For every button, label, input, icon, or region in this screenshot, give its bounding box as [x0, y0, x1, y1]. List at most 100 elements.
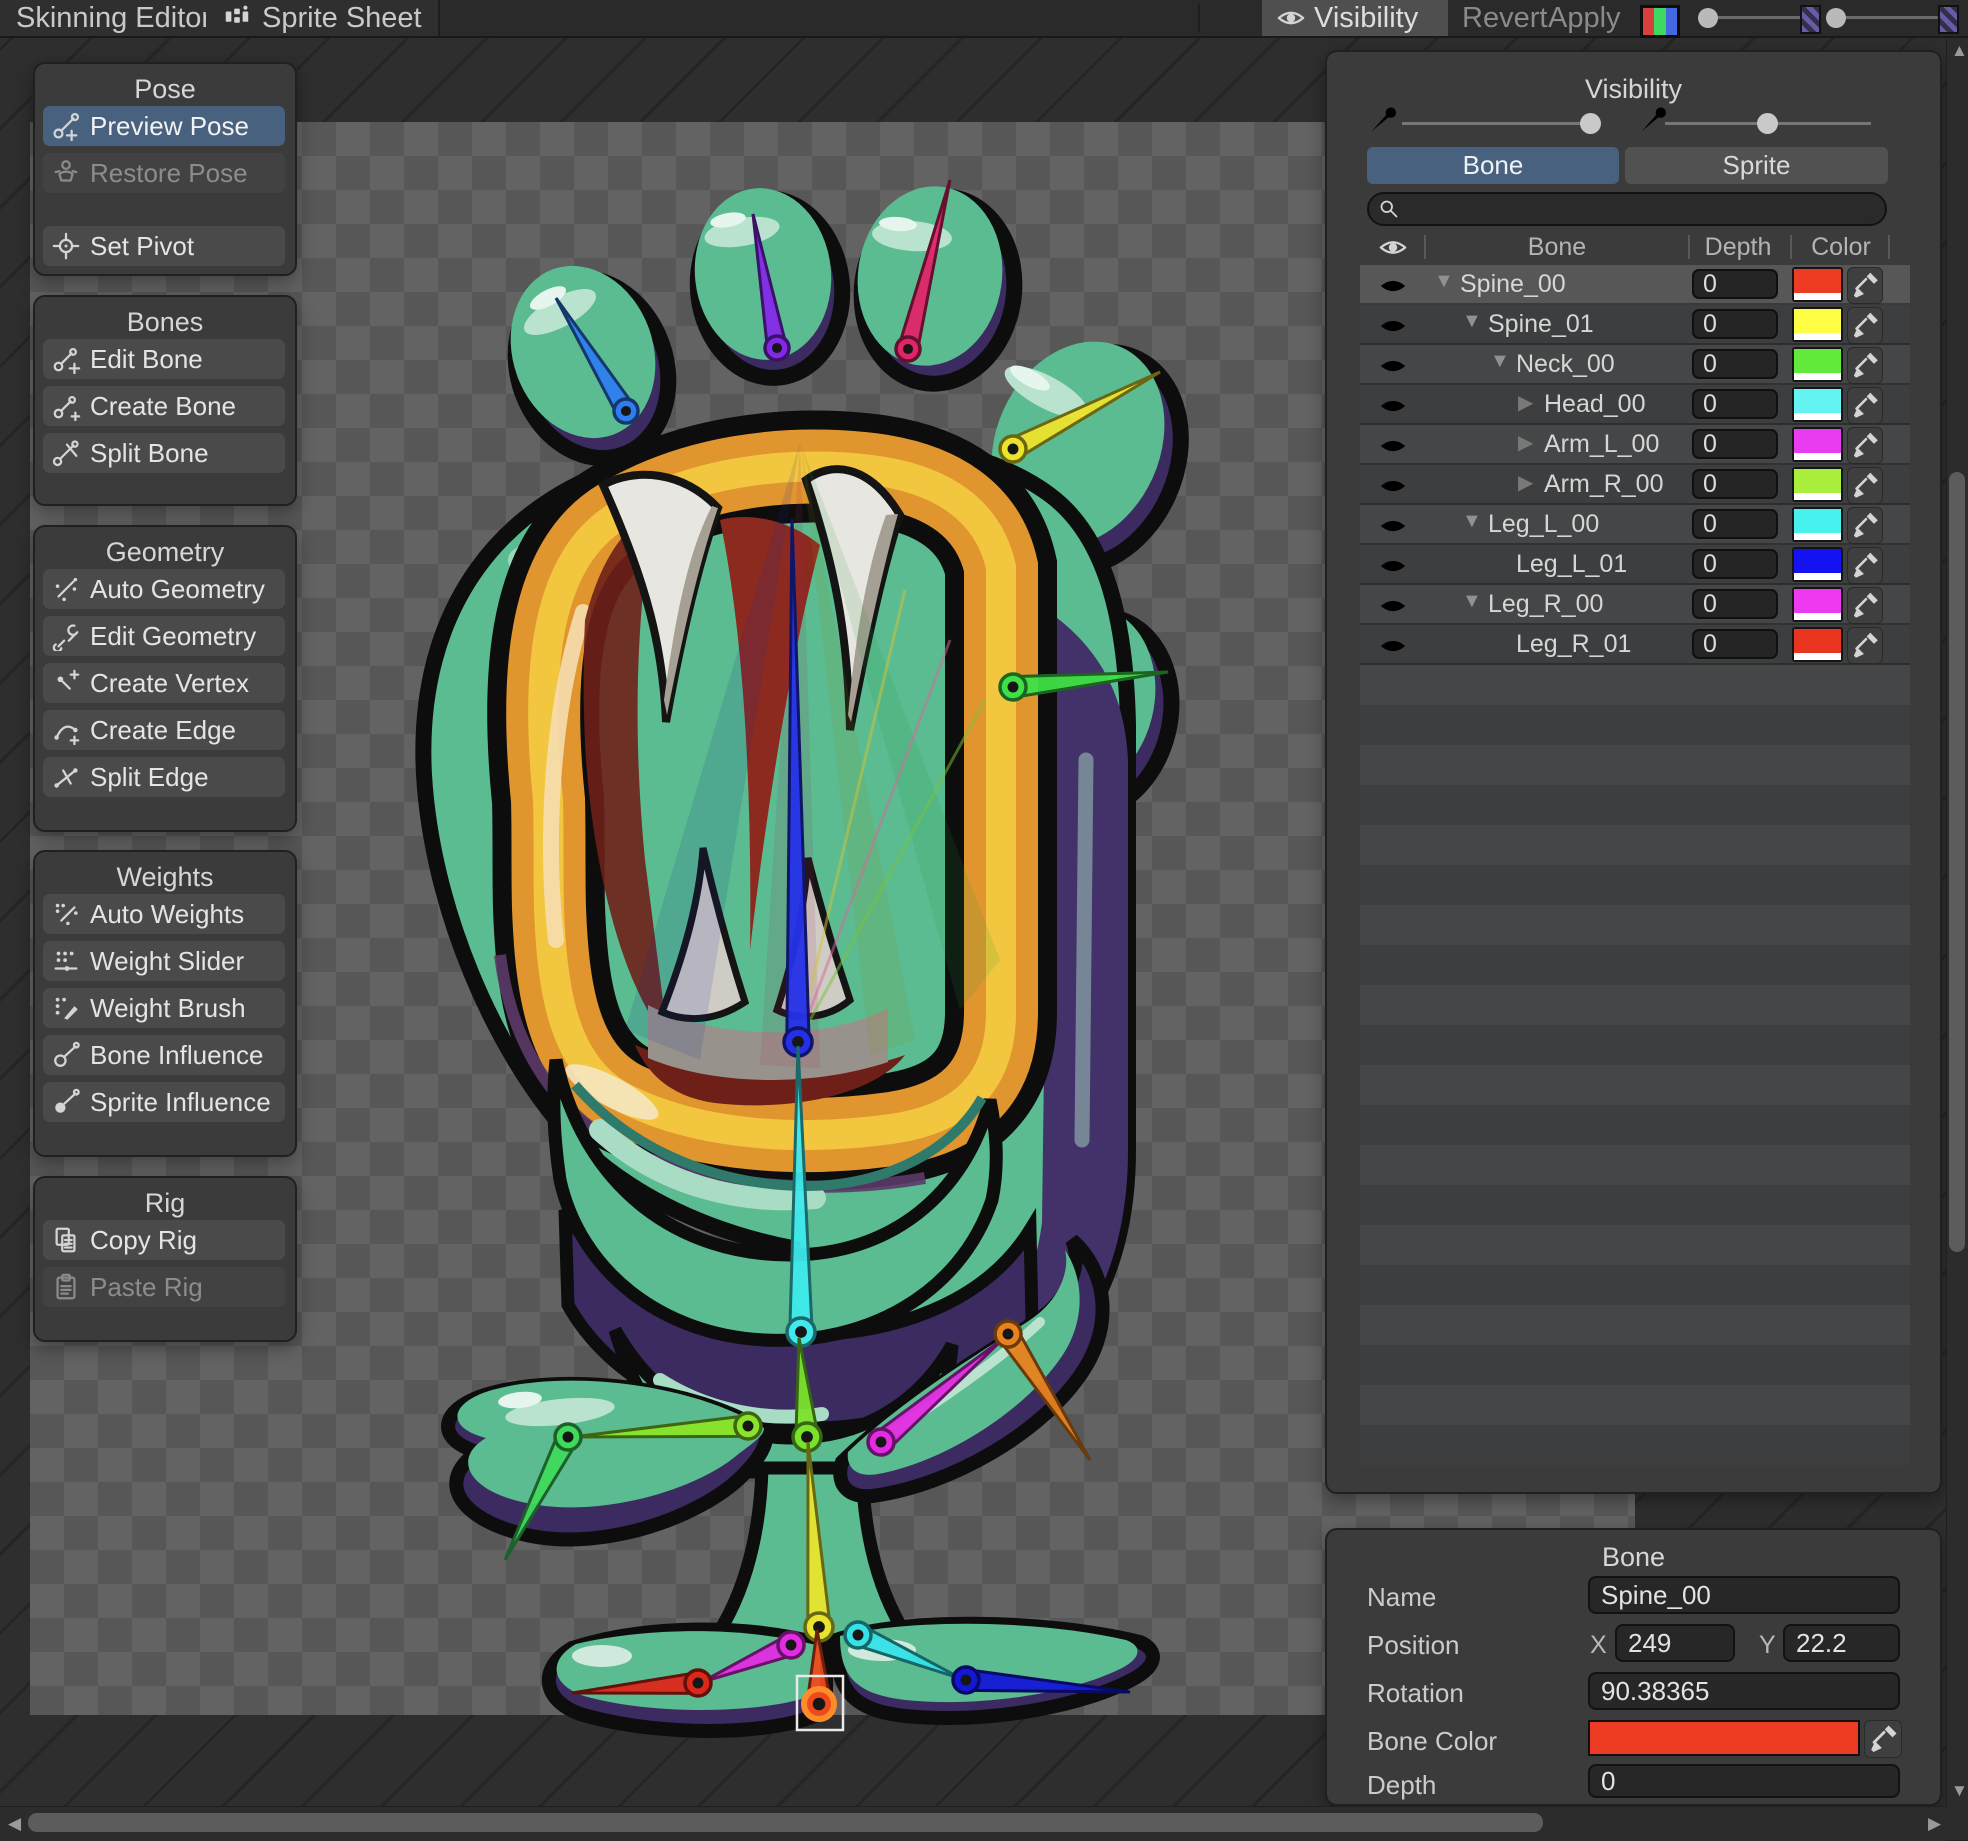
bone-color-swatch[interactable] — [1792, 347, 1843, 382]
bone-row-leg_l_01[interactable]: Leg_L_010 — [1360, 545, 1910, 585]
scroll-left-arrow[interactable]: ◀ — [8, 1815, 21, 1832]
depth-input[interactable]: 0 — [1692, 429, 1778, 459]
bone-influence-button[interactable]: Bone Influence — [43, 1035, 285, 1075]
visibility-eye-toggle[interactable] — [1378, 311, 1408, 339]
weight-slider-button[interactable]: Weight Slider — [43, 941, 285, 981]
bone-color-swatch[interactable] — [1792, 427, 1843, 462]
mesh-opacity-slider-knob[interactable] — [1757, 113, 1778, 134]
visibility-eye-toggle[interactable] — [1378, 511, 1408, 539]
eyedropper-button[interactable] — [1847, 347, 1883, 384]
visibility-eye-toggle[interactable] — [1378, 591, 1408, 619]
split-bone-button[interactable]: Split Bone — [43, 433, 285, 473]
position-y-field[interactable]: 22.2 — [1783, 1624, 1900, 1662]
create-vertex-button[interactable]: Create Vertex — [43, 663, 285, 703]
preview-pose-button[interactable]: Preview Pose — [43, 106, 285, 146]
depth-input[interactable]: 0 — [1692, 309, 1778, 339]
overlay-opacity-slider-knob[interactable] — [1698, 8, 1718, 28]
bone-opacity-slider[interactable] — [1402, 122, 1597, 125]
visibility-eye-toggle[interactable] — [1378, 551, 1408, 579]
depth-field[interactable]: 0 — [1588, 1764, 1900, 1798]
bone-row-leg_r_00[interactable]: ▼Leg_R_000 — [1360, 585, 1910, 625]
eyedropper-button[interactable] — [1847, 427, 1883, 464]
bone-color-swatch[interactable] — [1792, 467, 1843, 502]
bone-color-swatch[interactable] — [1792, 307, 1843, 342]
sprite-preview-chip-icon[interactable] — [1640, 5, 1680, 38]
foldout-expanded-icon[interactable]: ▼ — [1490, 350, 1510, 373]
foldout-expanded-icon[interactable]: ▼ — [1462, 510, 1482, 533]
bone-row-spine_00[interactable]: ▼Spine_000 — [1360, 265, 1910, 305]
auto-weights-button[interactable]: Auto Weights — [43, 894, 285, 934]
depth-input[interactable]: 0 — [1692, 589, 1778, 619]
visibility-eye-toggle[interactable] — [1378, 271, 1408, 299]
eyedropper-button[interactable] — [1847, 387, 1883, 424]
position-x-field[interactable]: 249 — [1615, 1624, 1735, 1662]
depth-input[interactable]: 0 — [1692, 269, 1778, 299]
rotation-field[interactable]: 90.38365 — [1588, 1672, 1900, 1710]
visibility-eye-toggle[interactable] — [1378, 471, 1408, 499]
bone-color-swatch[interactable] — [1792, 587, 1843, 622]
bone-row-leg_l_00[interactable]: ▼Leg_L_000 — [1360, 505, 1910, 545]
eyedropper-button[interactable] — [1847, 507, 1883, 544]
sprite-opacity-slider-knob[interactable] — [1826, 8, 1846, 28]
depth-input[interactable]: 0 — [1692, 509, 1778, 539]
bone-color-swatch[interactable] — [1792, 547, 1843, 582]
restore-pose-button[interactable]: Restore Pose — [43, 153, 285, 193]
tab-sprite[interactable]: Sprite — [1625, 147, 1888, 184]
foldout-expanded-icon[interactable]: ▼ — [1434, 270, 1454, 293]
bone-color-swatch[interactable] — [1792, 627, 1843, 662]
scroll-up-arrow[interactable]: ▲ — [1951, 42, 1968, 59]
edit-geometry-button[interactable]: Edit Geometry — [43, 616, 285, 656]
set-pivot-button[interactable]: Set Pivot — [43, 226, 285, 266]
bone-search-input[interactable] — [1367, 192, 1887, 226]
visibility-toggle-button[interactable]: Visibility — [1262, 0, 1448, 36]
bone-row-leg_r_01[interactable]: Leg_R_010 — [1360, 625, 1910, 665]
name-field[interactable]: Spine_00 — [1588, 1576, 1900, 1614]
paste-rig-button[interactable]: Paste Rig — [43, 1267, 285, 1307]
foldout-expanded-icon[interactable]: ▼ — [1462, 310, 1482, 333]
bone-color-swatch[interactable] — [1792, 507, 1843, 542]
vertical-scrollbar-thumb[interactable] — [1949, 472, 1965, 1252]
auto-geometry-button[interactable]: Auto Geometry — [43, 569, 285, 609]
create-edge-button[interactable]: Create Edge — [43, 710, 285, 750]
eyedropper-button[interactable] — [1847, 467, 1883, 504]
scroll-down-arrow[interactable]: ▼ — [1951, 1782, 1968, 1799]
visibility-eye-toggle[interactable] — [1378, 391, 1408, 419]
visibility-eye-toggle[interactable] — [1378, 431, 1408, 459]
eyedropper-button[interactable] — [1847, 627, 1883, 664]
visibility-eye-toggle[interactable] — [1378, 631, 1408, 659]
split-edge-button[interactable]: Split Edge — [43, 757, 285, 797]
depth-input[interactable]: 0 — [1692, 629, 1778, 659]
eyedropper-button[interactable] — [1847, 267, 1883, 304]
sprite-sheet-button[interactable]: Sprite Sheet — [206, 0, 440, 36]
bone-color-swatch[interactable] — [1588, 1720, 1860, 1756]
bone-opacity-slider-knob[interactable] — [1580, 113, 1601, 134]
apply-button[interactable]: Apply — [1534, 0, 1635, 36]
bone-row-spine_01[interactable]: ▼Spine_010 — [1360, 305, 1910, 345]
bone-color-swatch[interactable] — [1792, 387, 1843, 422]
bone-row-neck_00[interactable]: ▼Neck_000 — [1360, 345, 1910, 385]
foldout-expanded-icon[interactable]: ▼ — [1462, 590, 1482, 613]
eyedropper-button[interactable] — [1847, 587, 1883, 624]
scroll-right-arrow[interactable]: ▶ — [1928, 1815, 1941, 1832]
depth-input[interactable]: 0 — [1692, 549, 1778, 579]
visibility-eye-toggle[interactable] — [1378, 351, 1408, 379]
foldout-collapsed-icon[interactable]: ▶ — [1518, 390, 1533, 415]
tab-bone[interactable]: Bone — [1367, 147, 1619, 184]
bone-row-arm_r_00[interactable]: ▶Arm_R_000 — [1360, 465, 1910, 505]
depth-input[interactable]: 0 — [1692, 349, 1778, 379]
bone-row-head_00[interactable]: ▶Head_000 — [1360, 385, 1910, 425]
bone-row-arm_l_00[interactable]: ▶Arm_L_000 — [1360, 425, 1910, 465]
depth-input[interactable]: 0 — [1692, 389, 1778, 419]
eyedropper-button[interactable] — [1847, 307, 1883, 344]
eyedropper-button[interactable] — [1847, 547, 1883, 584]
horizontal-scrollbar-thumb[interactable] — [28, 1813, 1543, 1832]
sprite-influence-button[interactable]: Sprite Influence — [43, 1082, 285, 1122]
eyedropper-button[interactable] — [1864, 1720, 1902, 1758]
depth-input[interactable]: 0 — [1692, 469, 1778, 499]
weight-brush-button[interactable]: Weight Brush — [43, 988, 285, 1028]
bone-color-swatch[interactable] — [1792, 267, 1843, 302]
foldout-collapsed-icon[interactable]: ▶ — [1518, 430, 1533, 455]
create-bone-button[interactable]: Create Bone — [43, 386, 285, 426]
copy-rig-button[interactable]: Copy Rig — [43, 1220, 285, 1260]
edit-bone-button[interactable]: Edit Bone — [43, 339, 285, 379]
